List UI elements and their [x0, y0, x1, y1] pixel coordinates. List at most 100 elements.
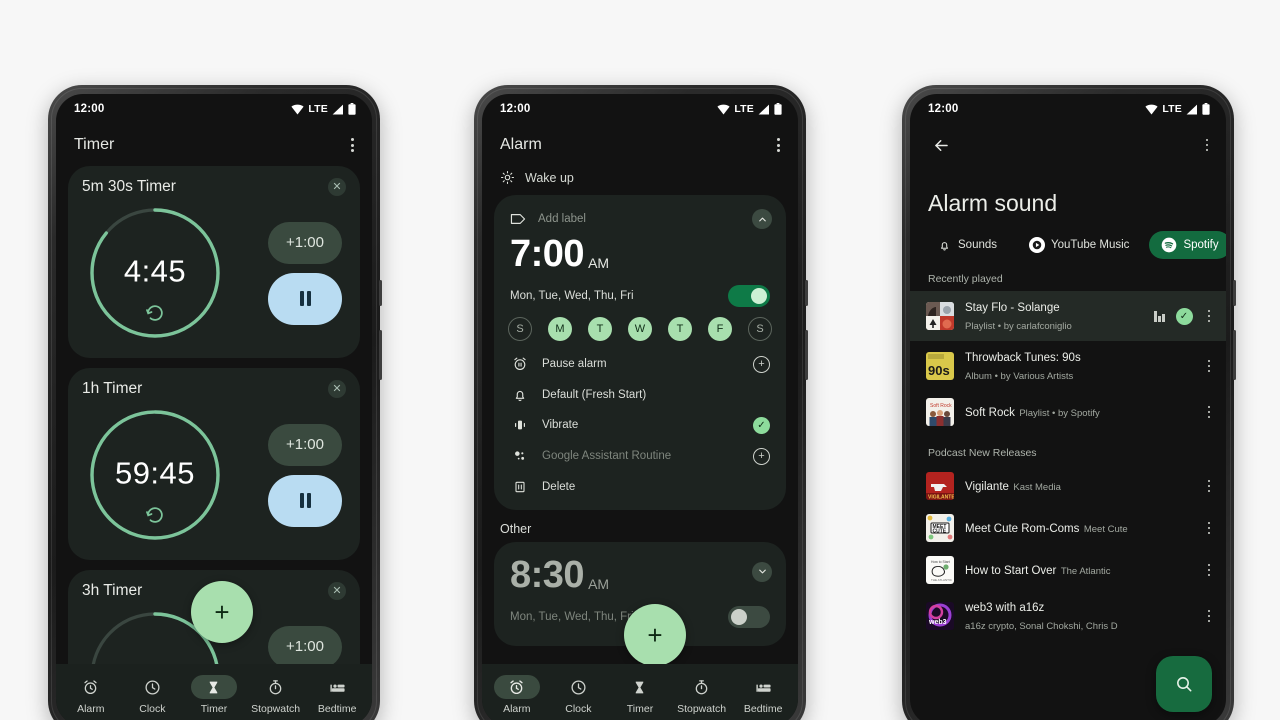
- track-row[interactable]: web3 web3 with a16z a16z crypto, Sonal C…: [910, 591, 1226, 641]
- day-chip-fri[interactable]: F: [708, 316, 732, 341]
- option-ringtone[interactable]: Default (Fresh Start): [494, 380, 786, 410]
- alarm-time[interactable]: 7:00 AM: [494, 231, 786, 277]
- add-label-row[interactable]: Add label: [494, 205, 786, 231]
- section-header-recently-played: Recently played: [928, 273, 1003, 285]
- page-title: Alarm sound: [928, 190, 1058, 216]
- phone1-side-button-2[interactable]: [379, 330, 382, 380]
- tab-youtube-music[interactable]: YouTube Music: [1017, 231, 1141, 259]
- trash-icon: [512, 479, 528, 495]
- add-minute-button[interactable]: +1:00: [268, 221, 342, 264]
- nav-item-alarm[interactable]: Alarm: [486, 675, 548, 715]
- search-icon: [1174, 674, 1194, 694]
- phone3-app-bar: [910, 124, 1226, 166]
- phone2-side-button-1[interactable]: [805, 280, 808, 306]
- nav-label: Clock: [565, 703, 592, 715]
- search-fab[interactable]: [1156, 656, 1212, 712]
- svg-text:THE ATLANTIC: THE ATLANTIC: [931, 578, 953, 582]
- nav-label: Alarm: [77, 703, 105, 715]
- phone3-side-button-2[interactable]: [1233, 330, 1236, 380]
- chevron-up-icon[interactable]: [752, 209, 772, 229]
- day-chip-tue[interactable]: T: [588, 316, 612, 341]
- track-subtitle: Meet Cute: [1083, 524, 1128, 535]
- battery-icon: [1202, 103, 1210, 115]
- track-row[interactable]: Soft Rock Soft Rock Playlist • by Spotif…: [910, 391, 1226, 433]
- track-overflow-icon[interactable]: [1204, 474, 1215, 499]
- track-row[interactable]: How to Start THE ATLANTIC How to Start O…: [910, 549, 1226, 591]
- timer-reset-icon[interactable]: [84, 302, 226, 324]
- day-chip-wed[interactable]: W: [628, 316, 652, 341]
- nav-item-stopwatch[interactable]: Stopwatch: [671, 675, 733, 715]
- nav-label: Bedtime: [317, 703, 357, 715]
- overflow-menu-icon[interactable]: [1202, 133, 1213, 158]
- alarm2-meridiem: AM: [588, 575, 610, 592]
- close-icon[interactable]: ✕: [328, 582, 346, 600]
- network-type-label: LTE: [734, 103, 754, 115]
- pause-button[interactable]: [268, 474, 342, 527]
- track-overflow-icon[interactable]: [1204, 516, 1215, 541]
- check-icon[interactable]: ✓: [753, 416, 770, 434]
- nav-item-bedtime[interactable]: Bedtime: [732, 675, 794, 715]
- overflow-menu-icon[interactable]: [347, 132, 358, 158]
- day-chip-sun[interactable]: S: [508, 316, 532, 341]
- svg-text:Soft Rock: Soft Rock: [930, 403, 952, 409]
- status-indicators: LTE: [1145, 103, 1210, 115]
- track-row[interactable]: 90s Throwback Tunes: 90s Album • by Vari…: [910, 341, 1226, 391]
- back-arrow-icon[interactable]: [926, 130, 957, 161]
- alarm-meridiem: AM: [588, 254, 610, 271]
- close-icon[interactable]: ✕: [328, 178, 346, 196]
- track-title: How to Start Over: [965, 565, 1057, 577]
- phone3-side-button-1[interactable]: [1233, 280, 1236, 306]
- network-type-label: LTE: [1162, 103, 1182, 115]
- track-overflow-icon[interactable]: [1204, 400, 1215, 425]
- phone1-side-button-1[interactable]: [379, 280, 382, 306]
- track-overflow-icon[interactable]: [1204, 354, 1215, 379]
- timer-remaining: 59:45: [114, 455, 196, 491]
- track-overflow-icon[interactable]: [1204, 558, 1215, 583]
- plus-icon[interactable]: +: [753, 355, 770, 373]
- track-row[interactable]: MEET CUTE Meet Cute Rom-Coms Meet Cute: [910, 507, 1226, 549]
- nav-item-alarm[interactable]: Alarm: [60, 675, 122, 715]
- nav-item-timer[interactable]: Timer: [183, 675, 245, 715]
- timer-reset-icon[interactable]: [84, 504, 226, 526]
- nav-label: Stopwatch: [677, 703, 727, 715]
- track-meta: How to Start Over The Atlantic: [965, 561, 1193, 579]
- chevron-down-icon[interactable]: [752, 561, 772, 582]
- track-row[interactable]: VIGILANTE Vigilante Kast Media: [910, 465, 1226, 507]
- option-vibrate[interactable]: Vibrate ✓: [494, 410, 786, 441]
- track-overflow-icon[interactable]: [1204, 304, 1215, 329]
- day-chip-sat[interactable]: S: [748, 316, 772, 341]
- tab-label: YouTube Music: [1051, 239, 1130, 251]
- track-overflow-icon[interactable]: [1204, 604, 1215, 629]
- alarm2-enabled-toggle[interactable]: [728, 605, 770, 628]
- svg-text:CUTE: CUTE: [933, 529, 947, 535]
- timer-card[interactable]: 1h Timer ✕ 59:45 +1:00: [68, 368, 360, 560]
- alarm2-time[interactable]: 8:30 AM: [494, 552, 625, 598]
- day-chip-thu[interactable]: T: [668, 316, 692, 341]
- nav-item-clock[interactable]: Clock: [548, 675, 610, 715]
- overflow-menu-icon[interactable]: [773, 132, 784, 158]
- pause-button[interactable]: [268, 272, 342, 325]
- add-minute-button[interactable]: +1:00: [268, 625, 342, 668]
- add-alarm-fab[interactable]: +: [624, 604, 686, 666]
- option-pause-alarm[interactable]: Pause alarm +: [494, 349, 786, 380]
- track-row[interactable]: Stay Flo - Solange Playlist • by carlafc…: [910, 291, 1226, 341]
- nav-item-bedtime[interactable]: Bedtime: [306, 675, 368, 715]
- alarm-enabled-toggle[interactable]: [728, 284, 770, 307]
- add-timer-fab[interactable]: +: [191, 581, 253, 643]
- album-art: web3: [926, 602, 954, 630]
- close-icon[interactable]: ✕: [328, 380, 346, 398]
- option-delete[interactable]: Delete: [494, 472, 786, 502]
- phone2-side-button-2[interactable]: [805, 330, 808, 380]
- add-minute-button[interactable]: +1:00: [268, 423, 342, 466]
- timer-card[interactable]: 5m 30s Timer ✕ 4:45 +1:00: [68, 166, 360, 358]
- phone3-screen: 12:00 LTE Alarm sound Sounds YouTube Mus…: [910, 94, 1226, 720]
- tab-sounds[interactable]: Sounds: [924, 231, 1009, 259]
- tab-spotify[interactable]: Spotify: [1149, 231, 1226, 259]
- plus-icon[interactable]: +: [753, 447, 770, 465]
- day-chip-mon[interactable]: M: [548, 316, 572, 341]
- option-assistant-routine[interactable]: Google Assistant Routine +: [494, 441, 786, 472]
- nav-item-timer[interactable]: Timer: [609, 675, 671, 715]
- selected-check-icon[interactable]: ✓: [1175, 307, 1193, 325]
- nav-item-stopwatch[interactable]: Stopwatch: [245, 675, 307, 715]
- nav-item-clock[interactable]: Clock: [122, 675, 184, 715]
